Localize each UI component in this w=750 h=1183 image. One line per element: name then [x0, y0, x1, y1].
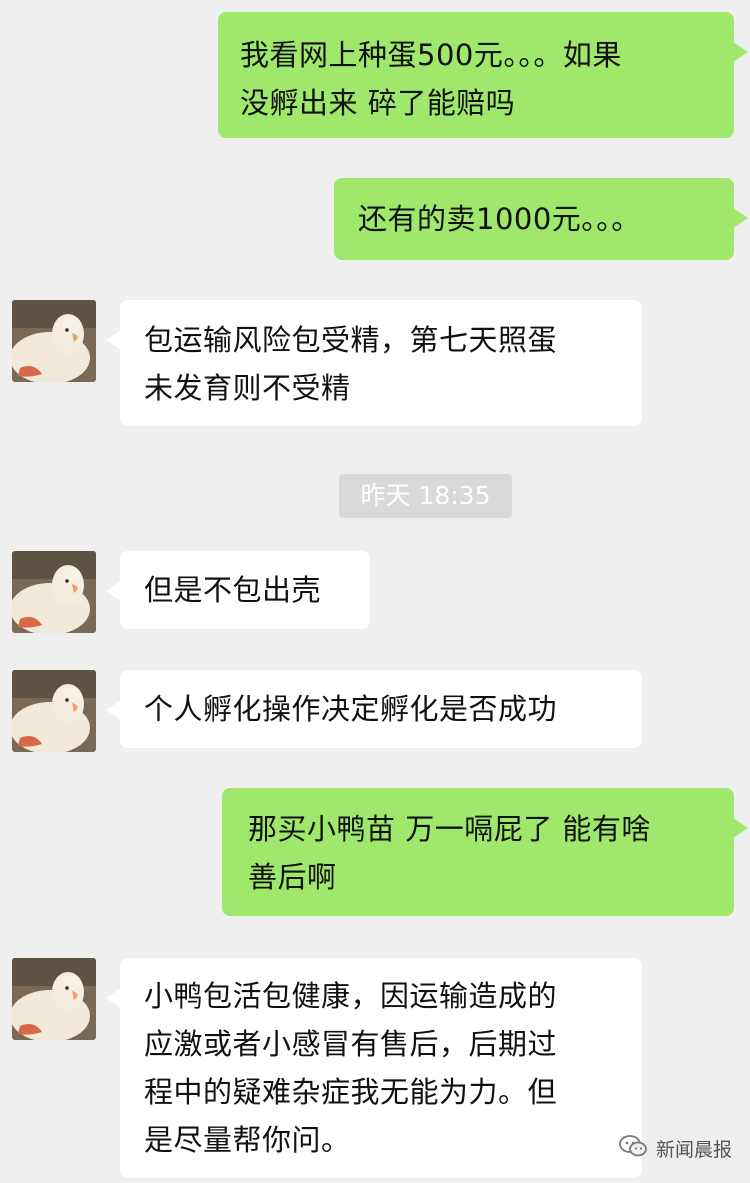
message-bubble-sent[interactable]: 我看网上种蛋500元。。。如果 没孵出来 碎了能赔吗	[218, 12, 748, 138]
avatar[interactable]	[12, 958, 96, 1040]
duck-avatar-icon	[12, 670, 96, 752]
message-bubble-received[interactable]: 个人孵化操作决定孵化是否成功	[106, 670, 642, 748]
duck-avatar-icon	[12, 958, 96, 1040]
avatar[interactable]	[12, 300, 96, 382]
message-bubble-received[interactable]: 小鸭包活包健康，因运输造成的 应激或者小感冒有售后，后期过 程中的疑难杂症我无能…	[106, 958, 642, 1178]
message-bubble-sent[interactable]: 还有的卖1000元。。。	[334, 178, 748, 260]
avatar[interactable]	[12, 670, 96, 752]
duck-avatar-icon	[12, 300, 96, 382]
message-bubble-received[interactable]: 但是不包出壳	[106, 551, 370, 629]
watermark-label: 新闻晨报	[655, 1139, 732, 1161]
watermark: 新闻晨报	[618, 1134, 732, 1163]
wechat-icon	[618, 1134, 648, 1163]
message-bubble-sent[interactable]: 那买小鸭苗 万一嗝屁了 能有啥 善后啊	[222, 788, 748, 916]
duck-avatar-icon	[12, 551, 96, 633]
timestamp-divider: 昨天 18:35	[339, 474, 512, 518]
avatar[interactable]	[12, 551, 96, 633]
message-bubble-received[interactable]: 包运输风险包受精，第七天照蛋 未发育则不受精	[106, 300, 642, 426]
